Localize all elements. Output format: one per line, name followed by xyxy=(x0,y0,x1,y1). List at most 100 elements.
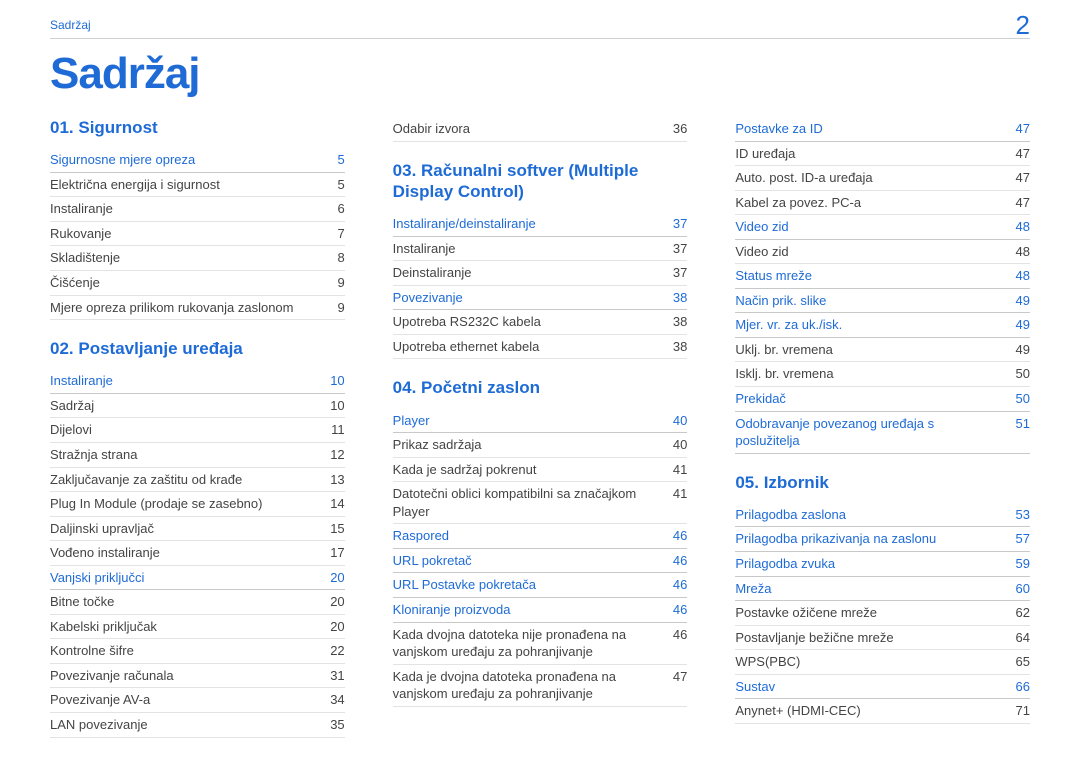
toc-entry[interactable]: WPS(PBC) 65 xyxy=(735,650,1030,675)
toc-page: 47 xyxy=(659,669,687,684)
toc-subheading[interactable]: Instaliranje/deinstaliranje 37 xyxy=(393,212,688,237)
toc-label: Povezivanje xyxy=(393,289,660,307)
toc-entry[interactable]: Stražnja strana 12 xyxy=(50,443,345,468)
toc-subheading[interactable]: Način prik. slike 49 xyxy=(735,289,1030,314)
toc-label: Anynet+ (HDMI-CEC) xyxy=(735,702,1002,720)
toc-subheading[interactable]: Video zid 48 xyxy=(735,215,1030,240)
toc-label: Kada je sadržaj pokrenut xyxy=(393,461,660,479)
toc-page: 47 xyxy=(1002,195,1030,210)
toc-entry[interactable]: Sadržaj 10 xyxy=(50,394,345,419)
toc-subheading[interactable]: Postavke za ID 47 xyxy=(735,117,1030,142)
toc-subheading[interactable]: Sigurnosne mjere opreza 5 xyxy=(50,148,345,173)
toc-entry[interactable]: Električna energija i sigurnost 5 xyxy=(50,173,345,198)
toc-page: 49 xyxy=(1002,317,1030,332)
toc-page: 66 xyxy=(1002,679,1030,694)
toc-entry[interactable]: Kontrolne šifre 22 xyxy=(50,639,345,664)
toc-entry[interactable]: Postavke ožičene mreže 62 xyxy=(735,601,1030,626)
toc-subheading[interactable]: Instaliranje 10 xyxy=(50,369,345,394)
toc-entry[interactable]: Dijelovi 11 xyxy=(50,418,345,443)
toc-page: 47 xyxy=(1002,170,1030,185)
toc-page: 20 xyxy=(317,619,345,634)
toc-entry[interactable]: Povezivanje AV-a 34 xyxy=(50,688,345,713)
toc-entry[interactable]: Prikaz sadržaja 40 xyxy=(393,433,688,458)
toc-group: Upotreba RS232C kabela 38 Upotreba ether… xyxy=(393,310,688,359)
toc-label: Mreža xyxy=(735,580,1002,598)
toc-subheading[interactable]: Raspored 46 xyxy=(393,524,688,549)
toc-entry[interactable]: Upotreba ethernet kabela 38 xyxy=(393,335,688,360)
toc-entry[interactable]: Kada je sadržaj pokrenut 41 xyxy=(393,458,688,483)
toc-subheading[interactable]: Mjer. vr. za uk./isk. 49 xyxy=(735,313,1030,338)
toc-page: 59 xyxy=(1002,556,1030,571)
toc-subheading[interactable]: Prilagodba prikazivanja na zaslonu 57 xyxy=(735,527,1030,552)
toc-label: Video zid xyxy=(735,243,1002,261)
toc-entry[interactable]: Plug In Module (prodaje se zasebno) 14 xyxy=(50,492,345,517)
toc-entry[interactable]: Odabir izvora 36 xyxy=(393,117,688,142)
section-heading-03: 03. Računalni softver (Multiple Display … xyxy=(393,160,688,203)
toc-page: 38 xyxy=(659,339,687,354)
toc-entry[interactable]: Skladištenje 8 xyxy=(50,246,345,271)
toc-label: Prekidač xyxy=(735,390,1002,408)
toc-entry[interactable]: Kabelski priključak 20 xyxy=(50,615,345,640)
toc-label: Isklj. br. vremena xyxy=(735,365,1002,383)
toc-label: Kloniranje proizvoda xyxy=(393,601,660,619)
toc-page: 40 xyxy=(659,413,687,428)
toc-label: Instaliranje xyxy=(393,240,660,258)
toc-subheading[interactable]: Prilagodba zvuka 59 xyxy=(735,552,1030,577)
toc-column-3: Postavke za ID 47 ID uređaja 47 Auto. po… xyxy=(735,117,1030,738)
toc-subheading[interactable]: Status mreže 48 xyxy=(735,264,1030,289)
toc-group: Kada dvojna datoteka nije pronađena na v… xyxy=(393,623,688,707)
toc-subheading[interactable]: Kloniranje proizvoda 46 xyxy=(393,598,688,623)
toc-entry[interactable]: Mjere opreza prilikom rukovanja zaslonom… xyxy=(50,296,345,321)
toc-page: 62 xyxy=(1002,605,1030,620)
toc-page: 50 xyxy=(1002,391,1030,406)
toc-subheading[interactable]: Player 40 xyxy=(393,409,688,434)
toc-entry[interactable]: Kada je dvojna datoteka pronađena na van… xyxy=(393,665,688,707)
toc-entry[interactable]: Auto. post. ID-a uređaja 47 xyxy=(735,166,1030,191)
toc-page: 20 xyxy=(317,570,345,585)
toc-entry[interactable]: Anynet+ (HDMI-CEC) 71 xyxy=(735,699,1030,724)
toc-entry[interactable]: Datotečni oblici kompatibilni sa značajk… xyxy=(393,482,688,524)
toc-entry[interactable]: Video zid 48 xyxy=(735,240,1030,265)
toc-subheading[interactable]: Prekidač 50 xyxy=(735,387,1030,412)
toc-entry[interactable]: Uklj. br. vremena 49 xyxy=(735,338,1030,363)
toc-entry[interactable]: Instaliranje 37 xyxy=(393,237,688,262)
toc-entry[interactable]: Postavljanje bežične mreže 64 xyxy=(735,626,1030,651)
toc-subheading[interactable]: URL Postavke pokretača 46 xyxy=(393,573,688,598)
toc-entry[interactable]: Isklj. br. vremena 50 xyxy=(735,362,1030,387)
toc-label: Način prik. slike xyxy=(735,292,1002,310)
toc-entry[interactable]: Instaliranje 6 xyxy=(50,197,345,222)
toc-page: 10 xyxy=(317,398,345,413)
toc-entry[interactable]: Deinstaliranje 37 xyxy=(393,261,688,286)
toc-entry[interactable]: Kabel za povez. PC-a 47 xyxy=(735,191,1030,216)
toc-entry[interactable]: Upotreba RS232C kabela 38 xyxy=(393,310,688,335)
toc-entry[interactable]: Vođeno instaliranje 17 xyxy=(50,541,345,566)
toc-entry[interactable]: LAN povezivanje 35 xyxy=(50,713,345,738)
toc-label: Prilagodba prikazivanja na zaslonu xyxy=(735,530,1002,548)
toc-group: Sadržaj 10 Dijelovi 11 Stražnja strana 1… xyxy=(50,394,345,566)
toc-entry[interactable]: Daljinski upravljač 15 xyxy=(50,517,345,542)
toc-column-1: 01. Sigurnost Sigurnosne mjere opreza 5 … xyxy=(50,117,345,738)
toc-entry[interactable]: Povezivanje računala 31 xyxy=(50,664,345,689)
toc-subheading[interactable]: URL pokretač 46 xyxy=(393,549,688,574)
toc-subheading[interactable]: Mreža 60 xyxy=(735,577,1030,602)
toc-page: 48 xyxy=(1002,244,1030,259)
toc-entry[interactable]: Bitne točke 20 xyxy=(50,590,345,615)
toc-subheading[interactable]: Prilagodba zaslona 53 xyxy=(735,503,1030,528)
toc-group: ID uređaja 47 Auto. post. ID-a uređaja 4… xyxy=(735,142,1030,216)
toc-label: Kabel za povez. PC-a xyxy=(735,194,1002,212)
toc-label: Video zid xyxy=(735,218,1002,236)
toc-subheading[interactable]: Sustav 66 xyxy=(735,675,1030,700)
toc-entry[interactable]: Rukovanje 7 xyxy=(50,222,345,247)
toc-entry[interactable]: Kada dvojna datoteka nije pronađena na v… xyxy=(393,623,688,665)
toc-entry[interactable]: ID uređaja 47 xyxy=(735,142,1030,167)
toc-page: 5 xyxy=(317,177,345,192)
toc-entry[interactable]: Zaključavanje za zaštitu od krađe 13 xyxy=(50,468,345,493)
section-heading-05: 05. Izbornik xyxy=(735,472,1030,493)
toc-subheading[interactable]: Vanjski priključci 20 xyxy=(50,566,345,591)
toc-page: 8 xyxy=(317,250,345,265)
toc-label: ID uređaja xyxy=(735,145,1002,163)
toc-page: 46 xyxy=(659,553,687,568)
toc-subheading[interactable]: Odobravanje povezanog uređaja s poslužit… xyxy=(735,412,1030,454)
toc-subheading[interactable]: Povezivanje 38 xyxy=(393,286,688,311)
toc-entry[interactable]: Čišćenje 9 xyxy=(50,271,345,296)
